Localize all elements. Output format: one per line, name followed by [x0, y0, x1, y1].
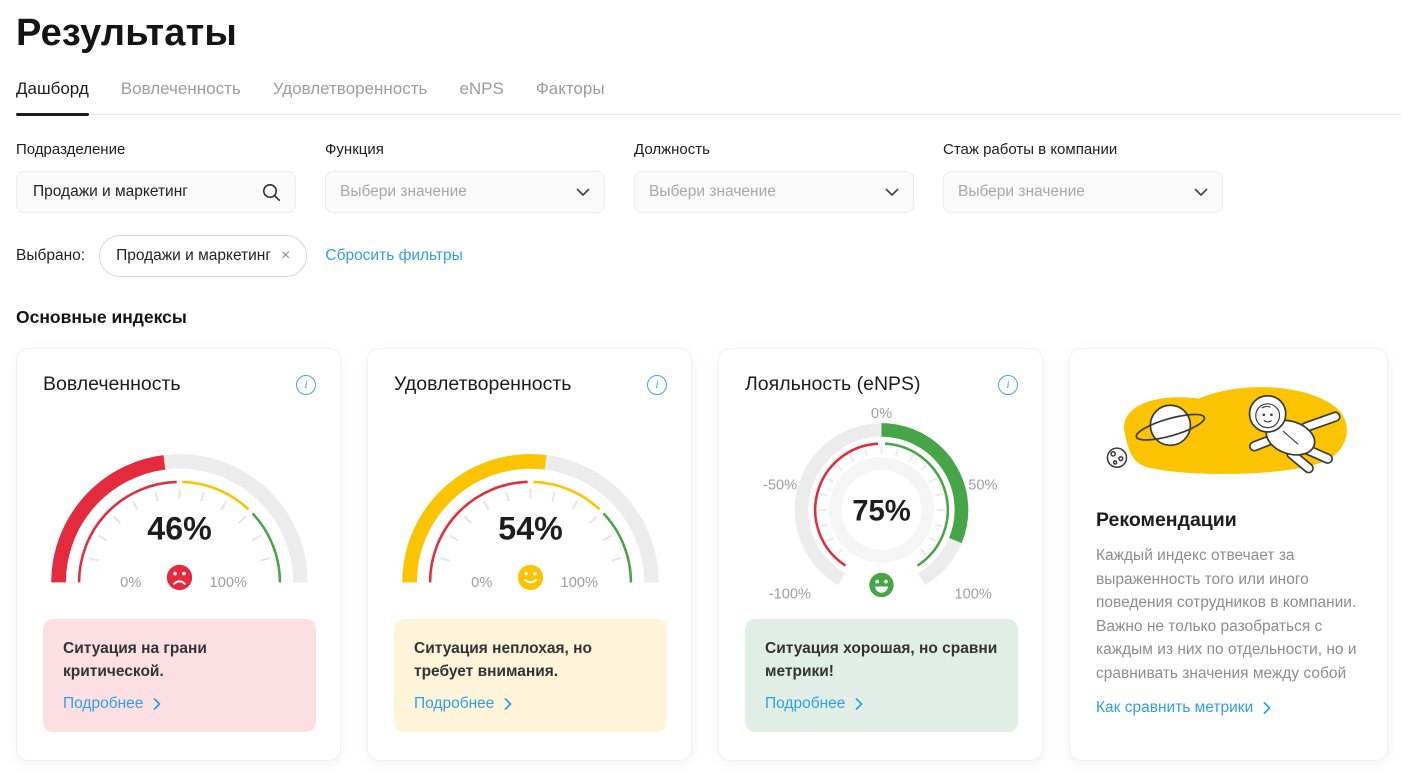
svg-text:100%: 100%	[210, 575, 247, 591]
search-icon[interactable]	[262, 183, 281, 202]
card-header: Удовлетворенность i	[394, 373, 667, 396]
enps-alert: Ситуация хорошая, но сравни метрики! Под…	[745, 619, 1018, 732]
reset-filters-link[interactable]: Сбросить фильтры	[325, 247, 462, 265]
svg-text:50%: 50%	[968, 477, 997, 493]
department-search-input[interactable]	[31, 182, 262, 202]
index-cards-row: Вовлеченность i 46% 0% 100% Ситуация на гр…	[16, 348, 1401, 761]
svg-text:46%: 46%	[147, 510, 211, 546]
section-title: Основные индексы	[16, 307, 1401, 328]
selected-label: Выбрано:	[16, 247, 85, 265]
chevron-right-icon	[153, 698, 161, 710]
chevron-down-icon	[885, 188, 899, 197]
filter-tenure: Стаж работы в компании Выбери значение	[943, 141, 1223, 213]
function-select-placeholder: Выбери значение	[340, 183, 576, 201]
details-link[interactable]: Подробнее	[63, 695, 161, 713]
tab-engagement[interactable]: Вовлеченность	[121, 79, 241, 114]
svg-text:54%: 54%	[498, 510, 562, 546]
svg-text:-50%: -50%	[763, 477, 797, 493]
filter-function: Функция Выбери значение	[325, 141, 605, 213]
card-satisfaction: Удовлетворенность i 54% 0% 100% Ситуация н…	[367, 348, 692, 761]
card-recommendations: Рекомендации Каждый индекс отвечает за в…	[1069, 348, 1388, 761]
details-link[interactable]: Подробнее	[414, 695, 512, 713]
svg-text:100%: 100%	[954, 587, 991, 603]
details-link[interactable]: Подробнее	[765, 695, 863, 713]
filter-function-label: Функция	[325, 141, 605, 158]
card-title: Удовлетворенность	[394, 373, 571, 396]
chevron-right-icon	[504, 698, 512, 710]
card-enps: Лояльность (eNPS) i 75% -100% -50% 0% 50% 100…	[718, 348, 1043, 761]
tenure-select-placeholder: Выбери значение	[958, 183, 1194, 201]
svg-text:-100%: -100%	[769, 587, 811, 603]
alert-text: Ситуация хорошая, но сравни метрики!	[765, 638, 998, 683]
recommendations-body: Каждый индекс отвечает за выраженность т…	[1096, 544, 1361, 685]
function-select[interactable]: Выбери значение	[325, 171, 605, 213]
card-header: Лояльность (eNPS) i	[745, 373, 1018, 396]
recommendations-title: Рекомендации	[1096, 509, 1361, 532]
filter-department-label: Подразделение	[16, 141, 296, 158]
info-icon[interactable]: i	[647, 375, 667, 395]
info-icon[interactable]: i	[296, 375, 316, 395]
svg-text:0%: 0%	[871, 406, 892, 422]
svg-text:0%: 0%	[120, 575, 141, 591]
filter-position: Должность Выбери значение	[634, 141, 914, 213]
card-title: Лояльность (eNPS)	[745, 373, 921, 396]
page-title: Результаты	[16, 12, 1401, 55]
chevron-down-icon	[1194, 188, 1208, 197]
engagement-gauge: 46% 0% 100%	[43, 396, 316, 619]
chevron-right-icon	[855, 698, 863, 710]
chevron-down-icon	[576, 188, 590, 197]
info-icon[interactable]: i	[998, 375, 1018, 395]
selected-filters-row: Выбрано: Продажи и маркетинг × Сбросить …	[16, 235, 1401, 277]
satisfaction-gauge: 54% 0% 100%	[394, 396, 667, 619]
alert-text: Ситуация на грани критической.	[63, 638, 296, 683]
card-header: Вовлеченность i	[43, 373, 316, 396]
position-select[interactable]: Выбери значение	[634, 171, 914, 213]
filter-department: Подразделение	[16, 141, 296, 213]
position-select-placeholder: Выбери значение	[649, 183, 885, 201]
satisfaction-alert: Ситуация неплохая, но требует внимания. …	[394, 619, 667, 732]
tab-factors[interactable]: Факторы	[536, 79, 605, 114]
department-search-control[interactable]	[16, 171, 296, 213]
card-engagement: Вовлеченность i 46% 0% 100% Ситуация на гр…	[16, 348, 341, 761]
card-title: Вовлеченность	[43, 373, 181, 396]
chip-label: Продажи и маркетинг	[116, 247, 271, 265]
chip-remove-icon[interactable]: ×	[281, 248, 290, 264]
moon-icon	[1107, 448, 1126, 467]
svg-text:0%: 0%	[471, 575, 492, 591]
selected-filter-chip[interactable]: Продажи и маркетинг ×	[99, 235, 307, 277]
alert-text: Ситуация неплохая, но требует внимания.	[414, 638, 647, 683]
svg-text:100%: 100%	[561, 575, 598, 591]
dashboard-page: Результаты Дашборд Вовлеченность Удовлет…	[0, 0, 1417, 761]
filters-row: Подразделение Функция Выбери значение До…	[16, 141, 1401, 213]
filter-position-label: Должность	[634, 141, 914, 158]
astronaut-illustration	[1096, 373, 1361, 489]
tenure-select[interactable]: Выбери значение	[943, 171, 1223, 213]
chevron-right-icon	[1263, 702, 1271, 714]
tab-enps[interactable]: eNPS	[459, 79, 503, 114]
tab-bar: Дашборд Вовлеченность Удовлетворенность …	[16, 79, 1401, 115]
tab-satisfaction[interactable]: Удовлетворенность	[273, 79, 428, 114]
filter-tenure-label: Стаж работы в компании	[943, 141, 1223, 158]
tab-dashboard[interactable]: Дашборд	[16, 79, 89, 114]
compare-metrics-link[interactable]: Как сравнить метрики	[1096, 699, 1361, 717]
svg-text:75%: 75%	[852, 496, 911, 528]
engagement-alert: Ситуация на грани критической. Подробнее	[43, 619, 316, 732]
enps-gauge: 75% -100% -50% 0% 50% 100%	[745, 396, 1018, 619]
